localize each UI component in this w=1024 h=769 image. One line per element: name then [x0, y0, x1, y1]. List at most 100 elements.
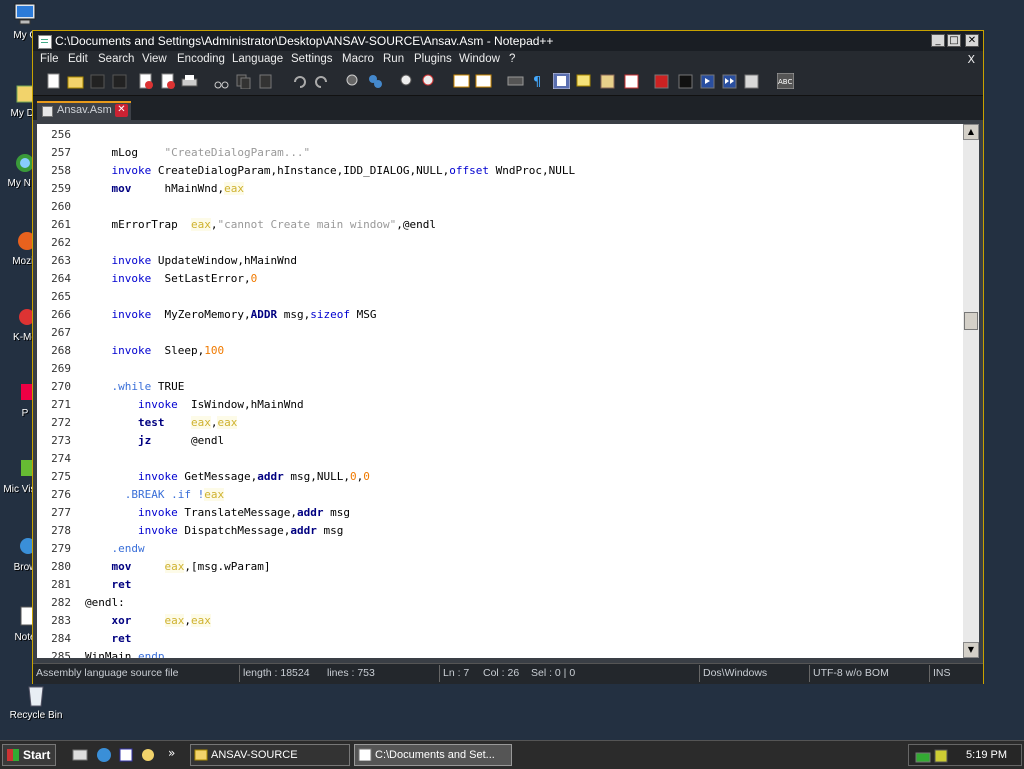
code-line[interactable]: 274 — [37, 450, 963, 468]
title-bar[interactable]: C:\Documents and Settings\Administrator\… — [33, 31, 983, 51]
sync-horizontal-icon[interactable] — [475, 73, 492, 89]
copy-icon[interactable] — [235, 73, 252, 89]
menu-search[interactable]: Search — [98, 53, 134, 65]
menu-edit[interactable]: Edit — [68, 53, 88, 65]
code-line[interactable]: 270 .while TRUE — [37, 378, 963, 396]
code-line[interactable]: 284 ret — [37, 630, 963, 648]
menu-plugins[interactable]: Plugins — [414, 53, 452, 65]
zoom-out-icon[interactable] — [421, 73, 438, 89]
code-line[interactable]: 258 invoke CreateDialogParam,hInstance,I… — [37, 162, 963, 180]
line-number: 261 — [51, 218, 71, 231]
network-status-icon[interactable] — [915, 748, 931, 764]
stop-macro-icon[interactable] — [677, 73, 694, 89]
code-line[interactable]: 276 .BREAK .if !eax — [37, 486, 963, 504]
indent-guide-icon[interactable] — [553, 73, 570, 89]
doc-map-icon[interactable] — [599, 73, 616, 89]
replace-icon[interactable] — [367, 73, 384, 89]
play-macro-icon[interactable] — [699, 73, 716, 89]
code-line[interactable]: 277 invoke TranslateMessage,addr msg — [37, 504, 963, 522]
messenger-icon[interactable] — [140, 747, 156, 763]
spell-check-icon[interactable]: ABC — [777, 73, 794, 89]
code-line[interactable]: 282 @endl: — [37, 594, 963, 612]
show-all-chars-icon[interactable]: ¶ — [529, 73, 546, 89]
new-file-icon[interactable] — [45, 73, 62, 89]
code-line[interactable]: 259 mov hMainWnd,eax — [37, 180, 963, 198]
desktop-icon-recycle-bin[interactable]: Recycle Bin — [0, 682, 72, 721]
code-line[interactable]: 262 — [37, 234, 963, 252]
code-editor[interactable]: 256 257 mLog "CreateDialogParam..." 258 in… — [37, 124, 963, 658]
code-line[interactable]: 278 invoke DispatchMessage,addr msg — [37, 522, 963, 540]
menu-file[interactable]: File — [40, 53, 59, 65]
windows-media-icon[interactable] — [118, 747, 134, 763]
minimize-button[interactable]: _ — [931, 34, 945, 47]
internet-explorer-icon[interactable] — [96, 747, 112, 763]
code-line[interactable]: 269 — [37, 360, 963, 378]
code-line[interactable]: 273 jz @endl — [37, 432, 963, 450]
open-file-icon[interactable] — [67, 73, 84, 89]
line-number: 272 — [51, 416, 71, 429]
code-line[interactable]: 271 invoke IsWindow,hMainWnd — [37, 396, 963, 414]
code-line[interactable]: 260 — [37, 198, 963, 216]
menu-run[interactable]: Run — [383, 53, 404, 65]
menu-settings[interactable]: Settings — [291, 53, 333, 65]
code-line[interactable]: 279 .endw — [37, 540, 963, 558]
menu-window[interactable]: Window — [459, 53, 500, 65]
code-line[interactable]: 261 mErrorTrap eax,"cannot Create main w… — [37, 216, 963, 234]
save-all-icon[interactable] — [111, 73, 128, 89]
close-button[interactable]: ✕ — [965, 34, 979, 47]
record-macro-icon[interactable] — [653, 73, 670, 89]
code-line[interactable]: 264 invoke SetLastError,0 — [37, 270, 963, 288]
show-desktop-icon[interactable] — [72, 747, 88, 763]
run-macro-multiple-icon[interactable] — [721, 73, 738, 89]
paste-icon[interactable] — [257, 73, 274, 89]
code-line[interactable]: 283 xor eax,eax — [37, 612, 963, 630]
code-line[interactable]: 281 ret — [37, 576, 963, 594]
vertical-scrollbar[interactable]: ▲ ▼ — [963, 124, 979, 658]
code-line[interactable]: 268 invoke Sleep,100 — [37, 342, 963, 360]
code-line[interactable]: 267 — [37, 324, 963, 342]
user-language-icon[interactable] — [575, 73, 592, 89]
code-line[interactable]: 280 mov eax,[msg.wParam] — [37, 558, 963, 576]
close-all-icon[interactable] — [159, 73, 176, 89]
code-line[interactable]: 266 invoke MyZeroMemory,ADDR msg,sizeof … — [37, 306, 963, 324]
maximize-button[interactable]: □ — [947, 34, 961, 47]
quick-launch-chevron[interactable]: » — [168, 746, 175, 760]
save-macro-icon[interactable] — [743, 73, 760, 89]
code-line[interactable]: 275 invoke GetMessage,addr msg,NULL,0,0 — [37, 468, 963, 486]
scroll-down-button[interactable]: ▼ — [963, 642, 979, 658]
code-line[interactable]: 272 test eax,eax — [37, 414, 963, 432]
save-icon[interactable] — [89, 73, 106, 89]
line-code: ret — [111, 632, 132, 645]
word-wrap-icon[interactable] — [507, 73, 524, 89]
start-button[interactable]: Start — [2, 744, 56, 766]
tab-ansav-asm[interactable]: Ansav.Asm ✕ — [37, 101, 131, 120]
taskbar-button-ansav-source[interactable]: ANSAV-SOURCE — [190, 744, 350, 766]
scroll-up-button[interactable]: ▲ — [963, 124, 979, 140]
close-document-button[interactable]: X — [967, 53, 975, 66]
desktop-icon-label: Recycle Bin — [9, 710, 63, 721]
zoom-in-icon[interactable] — [399, 73, 416, 89]
print-icon[interactable] — [181, 73, 198, 89]
scroll-thumb[interactable] — [964, 312, 978, 330]
function-list-icon[interactable] — [623, 73, 640, 89]
close-file-icon[interactable] — [137, 73, 154, 89]
code-line[interactable]: 285 WinMain endp — [37, 648, 963, 658]
antivirus-tray-icon[interactable] — [933, 748, 949, 764]
taskbar-button-notepadpp[interactable]: C:\Documents and Set... — [354, 744, 512, 766]
menu-view[interactable]: View — [142, 53, 167, 65]
line-code: invoke GetMessage,addr msg,NULL,0,0 — [137, 470, 370, 483]
undo-icon[interactable] — [291, 73, 308, 89]
redo-icon[interactable] — [313, 73, 330, 89]
menu-language[interactable]: Language — [232, 53, 283, 65]
code-line[interactable]: 257 mLog "CreateDialogParam..." — [37, 144, 963, 162]
tab-close-button[interactable]: ✕ — [115, 104, 128, 117]
menu-encoding[interactable]: Encoding — [177, 53, 225, 65]
code-line[interactable]: 263 invoke UpdateWindow,hMainWnd — [37, 252, 963, 270]
code-line[interactable]: 256 — [37, 126, 963, 144]
find-icon[interactable] — [345, 73, 362, 89]
cut-icon[interactable] — [213, 73, 230, 89]
menu-help[interactable]: ? — [509, 53, 515, 65]
sync-vertical-icon[interactable] — [453, 73, 470, 89]
menu-macro[interactable]: Macro — [342, 53, 374, 65]
code-line[interactable]: 265 — [37, 288, 963, 306]
